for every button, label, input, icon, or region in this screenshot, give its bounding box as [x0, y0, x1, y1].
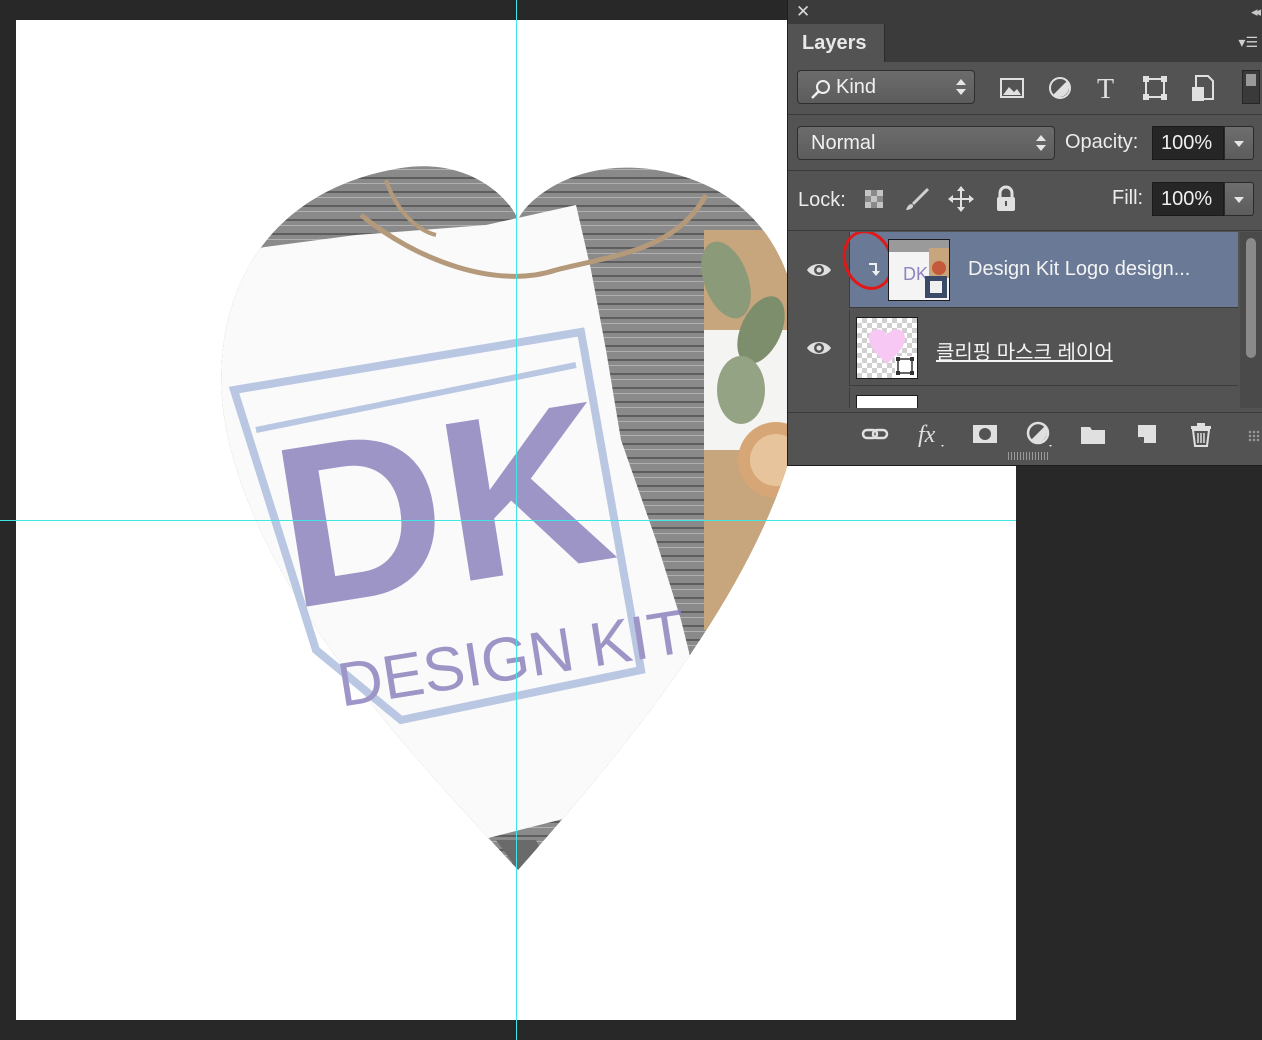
chevron-updown-icon — [1036, 133, 1046, 153]
panel-titlebar: ✕ ◂◂ — [788, 0, 1262, 24]
link-layers-icon[interactable] — [860, 419, 890, 449]
fill-input[interactable]: 100% — [1152, 182, 1224, 216]
svg-text:fx: fx — [918, 422, 936, 448]
tab-layers[interactable]: Layers — [788, 24, 885, 62]
close-icon[interactable]: ✕ — [796, 2, 810, 22]
opacity-input[interactable]: 100% — [1152, 126, 1224, 160]
lock-label: Lock: — [798, 189, 846, 211]
fill-dropdown-button[interactable] — [1224, 182, 1254, 216]
layer-list[interactable]: DK Design Kit Logo design... 클리핑 마스크 레이어 — [788, 232, 1262, 408]
layer-row-clipping-mask[interactable]: 클리핑 마스크 레이어 — [788, 310, 1238, 386]
filter-toggle[interactable] — [1242, 70, 1260, 104]
new-group-icon[interactable] — [1078, 419, 1108, 449]
layer-name-clipping-mask[interactable]: 클리핑 마스크 레이어 — [936, 336, 1113, 365]
chevron-updown-icon — [956, 77, 966, 97]
scrollbar-thumb[interactable] — [1246, 238, 1256, 358]
filter-kind-select[interactable]: Kind — [797, 70, 975, 104]
shape-filter-icon[interactable] — [1138, 71, 1172, 105]
type-filter-icon[interactable]: T — [1090, 71, 1124, 105]
horizontal-guide[interactable] — [0, 520, 1016, 521]
layer-effects-icon[interactable]: fx — [916, 419, 946, 449]
layer-thumbnail-design-kit[interactable]: DK — [888, 239, 950, 301]
panel-menu-icon[interactable]: ▾☰ — [1238, 34, 1258, 51]
add-mask-icon[interactable] — [970, 419, 1000, 449]
delete-layer-icon[interactable] — [1186, 419, 1216, 449]
layer-row-background[interactable] — [788, 388, 1238, 408]
opacity-label: Opacity: — [1065, 131, 1139, 153]
search-icon — [811, 80, 830, 99]
new-adjustment-icon[interactable] — [1024, 419, 1054, 449]
eye-icon[interactable] — [806, 338, 832, 358]
lock-position-icon[interactable] — [946, 184, 976, 214]
panel-tabs: Layers ▾☰ — [788, 24, 1262, 62]
panel-resize-handle[interactable] — [1248, 430, 1260, 442]
layer-thumbnail-clipping-mask[interactable] — [856, 317, 918, 379]
new-layer-icon[interactable] — [1132, 419, 1162, 449]
blend-mode-select[interactable]: Normal — [797, 126, 1055, 160]
lock-transparent-pixels-icon[interactable] — [859, 184, 889, 214]
fill-label: Fill: — [1112, 187, 1144, 209]
svg-text:DK: DK — [903, 264, 928, 284]
eye-icon[interactable] — [806, 260, 832, 280]
opacity-dropdown-button[interactable] — [1224, 126, 1254, 160]
layer-thumbnail-background[interactable] — [856, 395, 918, 408]
smart-object-filter-icon[interactable] — [1186, 71, 1220, 105]
visibility-toggle[interactable] — [788, 388, 850, 408]
panel-grip-handle[interactable] — [1008, 452, 1048, 460]
adjustment-filter-icon[interactable] — [1043, 71, 1077, 105]
layers-bottom-toolbar: fx — [788, 412, 1262, 453]
blend-mode-label: Normal — [811, 132, 876, 154]
filter-kind-label: Kind — [836, 76, 877, 98]
lock-all-icon[interactable] — [991, 184, 1021, 214]
lock-image-pixels-icon[interactable] — [902, 184, 932, 214]
layer-row-design-kit[interactable]: DK Design Kit Logo design... — [788, 232, 1238, 308]
collapse-icon[interactable]: ◂◂ — [1251, 3, 1261, 21]
logo-dk-text: DK — [259, 352, 627, 658]
visibility-toggle[interactable] — [788, 310, 850, 386]
svg-text:T: T — [1097, 74, 1114, 105]
layers-panel: ✕ ◂◂ Layers ▾☰ Kind T Normal Opacity: 10… — [787, 0, 1262, 466]
image-filter-icon[interactable] — [995, 71, 1029, 105]
layer-name-design-kit[interactable]: Design Kit Logo design... — [968, 258, 1190, 281]
